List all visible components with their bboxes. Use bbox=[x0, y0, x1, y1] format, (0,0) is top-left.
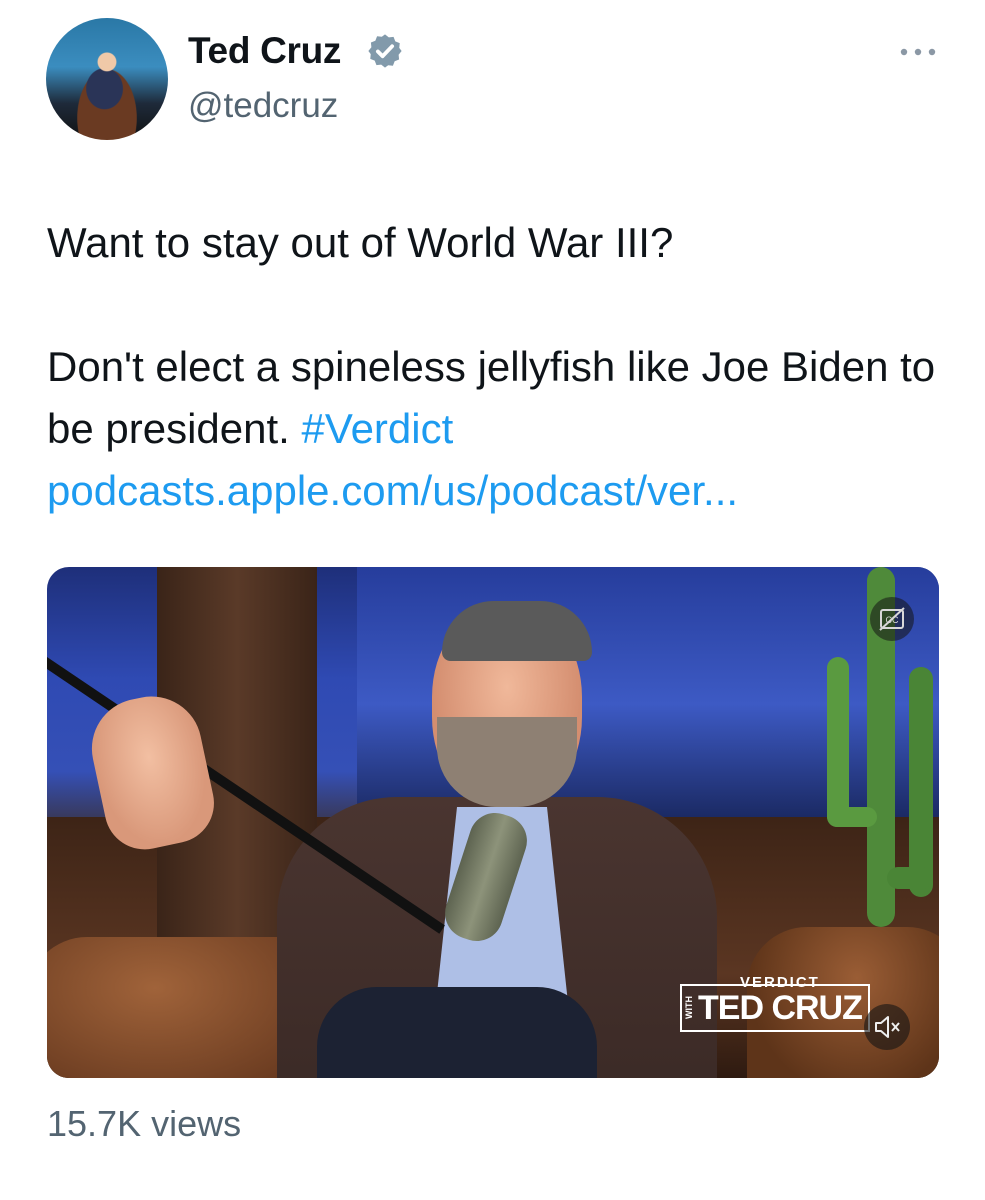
view-count: 15.7K views bbox=[47, 1103, 242, 1144]
external-link[interactable]: podcasts.apple.com/us/podcast/ver... bbox=[47, 467, 738, 514]
more-horizontal-icon[interactable] bbox=[898, 42, 938, 62]
mute-button[interactable] bbox=[864, 1004, 910, 1050]
person-hair bbox=[442, 601, 592, 661]
logo-with-text: WITH bbox=[684, 996, 694, 1019]
show-logo: VERDICT WITH TED CRUZ bbox=[680, 974, 876, 1034]
logo-name-text: TED CRUZ bbox=[698, 989, 863, 1027]
closed-captions-icon: CC bbox=[879, 607, 905, 631]
hashtag-link[interactable]: #Verdict bbox=[302, 405, 454, 452]
avatar[interactable] bbox=[46, 18, 168, 140]
muted-speaker-icon bbox=[875, 1016, 900, 1038]
author-handle[interactable]: @tedcruz bbox=[188, 86, 338, 126]
verified-badge-icon bbox=[368, 34, 402, 68]
author-display-name[interactable]: Ted Cruz bbox=[188, 30, 341, 72]
closed-captions-button[interactable]: CC bbox=[870, 597, 914, 641]
tweet-text: Want to stay out of World War III? Don't… bbox=[47, 212, 947, 522]
tweet-line-2: Don't elect a spineless jellyfish like J… bbox=[47, 343, 947, 452]
person-legs bbox=[317, 987, 597, 1078]
tweet-line-1: Want to stay out of World War III? bbox=[47, 219, 674, 266]
